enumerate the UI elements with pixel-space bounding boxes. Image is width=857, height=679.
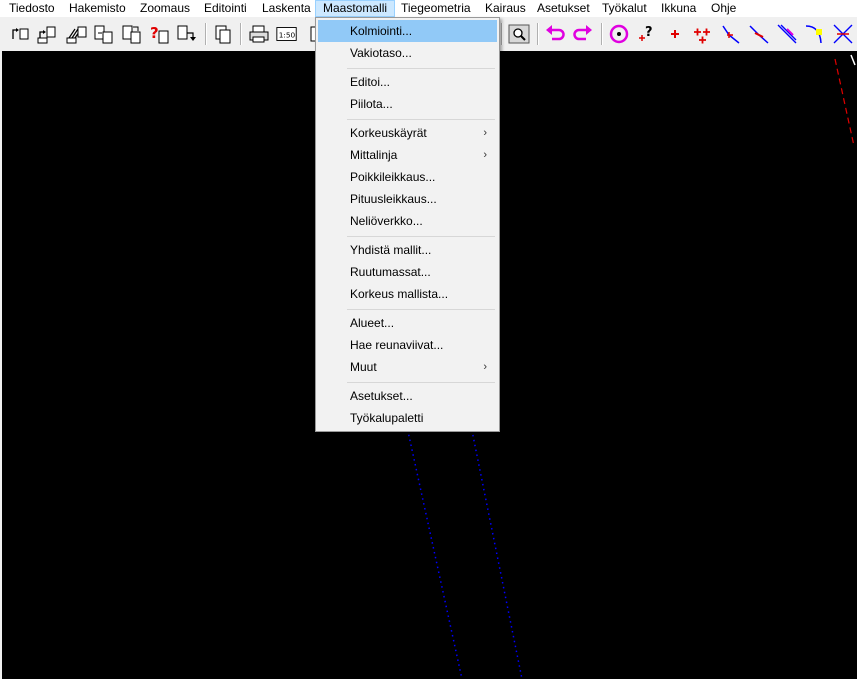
document-arrow-icon[interactable] xyxy=(175,21,199,47)
menu-item-label: Korkeus mallista... xyxy=(350,287,449,301)
menu-item-label: Alueet... xyxy=(350,316,395,330)
menu-zoomaus[interactable]: Zoomaus xyxy=(133,0,197,17)
menu-item-korkeus-mallista[interactable]: Korkeus mallista... xyxy=(318,283,497,305)
hatch-profile-icon[interactable] xyxy=(64,21,88,47)
menu-item-label: Pituusleikkaus... xyxy=(350,192,437,206)
menu-item-neliöverkko[interactable]: Neliöverkko... xyxy=(318,210,497,232)
menu-tiedosto[interactable]: Tiedosto xyxy=(2,0,62,17)
menu-item-työkalupaletti[interactable]: Työkalupaletti xyxy=(318,407,497,429)
menu-ikkuna[interactable]: Ikkuna xyxy=(654,0,703,17)
cross-tool-icon[interactable] xyxy=(831,21,855,47)
scale-150-icon[interactable]: 1:50 xyxy=(275,21,301,47)
menu-asetukset[interactable]: Asetukset xyxy=(530,0,597,17)
zoom-icon[interactable] xyxy=(507,21,531,47)
menu-item-editoi[interactable]: Editoi... xyxy=(318,71,497,93)
menu-separator xyxy=(347,119,495,120)
menu-item-asetukset[interactable]: Asetukset... xyxy=(318,385,497,407)
help-query-icon[interactable]: ? xyxy=(147,21,171,47)
chevron-right-icon: › xyxy=(483,361,487,373)
menu-item-poikkileikkaus[interactable]: Poikkileikkaus... xyxy=(318,166,497,188)
menu-item-label: Poikkileikkaus... xyxy=(350,170,436,184)
menu-item-label: Vakiotaso... xyxy=(350,46,412,60)
menu-item-label: Editoi... xyxy=(350,75,391,89)
chevron-right-icon: › xyxy=(483,149,487,161)
add-point-icon[interactable] xyxy=(663,21,687,47)
menu-bar: Tiedosto Hakemisto Zoomaus Editointi Laskent… xyxy=(0,0,857,17)
menu-kairaus[interactable]: Kairaus xyxy=(478,0,533,17)
menu-item-yhdistä-mallit[interactable]: Yhdistä mallit... xyxy=(318,239,497,261)
menu-item-label: Korkeuskäyrät xyxy=(350,126,427,140)
menu-separator xyxy=(347,382,495,383)
menu-maastomalli[interactable]: Maastomalli xyxy=(315,0,396,17)
save-profile-icon[interactable] xyxy=(35,21,59,47)
polyline-tool-icon[interactable] xyxy=(747,21,771,47)
redo-icon[interactable] xyxy=(571,21,595,47)
point-query-icon[interactable]: ? xyxy=(635,21,659,47)
menu-item-hae-reunaviivat[interactable]: Hae reunaviivat... xyxy=(318,334,497,356)
menu-item-kolmiointi[interactable]: Kolmiointi... xyxy=(318,20,497,42)
menu-item-label: Hae reunaviivat... xyxy=(350,338,444,352)
menu-ty-kalut[interactable]: Työkalut xyxy=(595,0,654,17)
menu-item-mittalinja[interactable]: Mittalinja › xyxy=(318,144,497,166)
menu-separator xyxy=(347,236,495,237)
menu-item-label: Piilota... xyxy=(350,97,393,111)
curve-tool-icon[interactable] xyxy=(803,21,827,47)
menu-item-pituusleikkaus[interactable]: Pituusleikkaus... xyxy=(318,188,497,210)
copy-icon[interactable] xyxy=(211,21,235,47)
svg-text:1:50: 1:50 xyxy=(279,31,296,40)
undo-icon[interactable] xyxy=(543,21,567,47)
export-document-icon[interactable] xyxy=(91,21,115,47)
menu-item-label: Asetukset... xyxy=(350,389,413,403)
svg-text:?: ? xyxy=(150,24,159,42)
menu-item-vakiotaso[interactable]: Vakiotaso... xyxy=(318,42,497,64)
maastomalli-menu: Kolmiointi... Vakiotaso... Editoi... Piilot… xyxy=(315,17,500,432)
svg-text:?: ? xyxy=(645,25,653,40)
menu-separator xyxy=(347,309,495,310)
menu-item-piilota[interactable]: Piilota... xyxy=(318,93,497,115)
menu-item-label: Kolmiointi... xyxy=(350,24,413,38)
menu-item-ruutumassat[interactable]: Ruutumassat... xyxy=(318,261,497,283)
menu-item-label: Ruutumassat... xyxy=(350,265,431,279)
menu-editointi[interactable]: Editointi xyxy=(197,0,254,17)
menu-item-label: Neliöverkko... xyxy=(350,214,423,228)
menu-ohje[interactable]: Ohje xyxy=(704,0,743,17)
menu-item-label: Työkalupaletti xyxy=(350,411,424,425)
zoom-window-icon[interactable] xyxy=(303,21,322,47)
import-document-icon[interactable] xyxy=(119,21,143,47)
menu-item-alueet[interactable]: Alueet... xyxy=(318,312,497,334)
line-tool-icon[interactable] xyxy=(719,21,743,47)
target-icon[interactable] xyxy=(607,21,631,47)
print-icon[interactable] xyxy=(247,21,271,47)
menu-tiegeometria[interactable]: Tiegeometria xyxy=(394,0,478,17)
menu-item-korkeuskäyrät[interactable]: Korkeuskäyrät › xyxy=(318,122,497,144)
open-profile-icon[interactable] xyxy=(8,21,32,47)
menu-separator xyxy=(347,68,495,69)
alignment-tool-icon[interactable] xyxy=(775,21,799,47)
chevron-right-icon: › xyxy=(483,127,487,139)
menu-hakemisto[interactable]: Hakemisto xyxy=(62,0,133,17)
menu-item-label: Mittalinja xyxy=(350,148,398,162)
menu-item-label: Yhdistä mallit... xyxy=(350,243,432,257)
menu-item-muut[interactable]: Muut › xyxy=(318,356,497,378)
menu-item-label: Muut xyxy=(350,360,377,374)
menu-laskenta[interactable]: Laskenta xyxy=(255,0,318,17)
add-points-icon[interactable] xyxy=(691,21,715,47)
